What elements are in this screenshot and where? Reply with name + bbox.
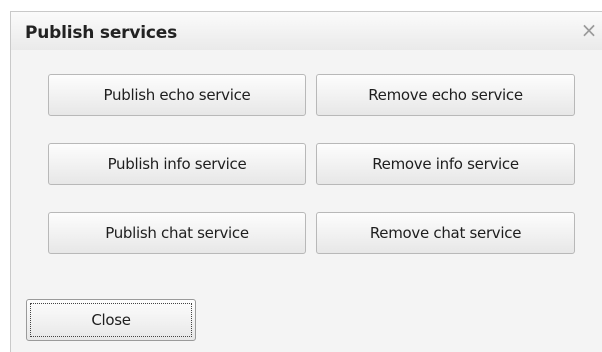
dialog-titlebar: Publish services × [11,12,602,50]
publish-info-service-label: Publish info service [107,155,247,173]
publish-info-service-button[interactable]: Publish info service [48,143,306,185]
close-button[interactable]: Close [26,299,196,341]
publish-chat-service-label: Publish chat service [105,224,249,242]
publish-services-dialog: Publish services × Publish echo service … [10,11,602,352]
publish-chat-service-button[interactable]: Publish chat service [48,212,306,254]
publish-echo-service-button[interactable]: Publish echo service [48,74,306,116]
close-button-label: Close [91,311,131,329]
remove-chat-service-button[interactable]: Remove chat service [316,212,575,254]
close-icon[interactable]: × [580,20,598,40]
remove-echo-service-label: Remove echo service [368,86,523,104]
dialog-title: Publish services [25,23,177,43]
remove-info-service-button[interactable]: Remove info service [316,143,575,185]
remove-chat-service-label: Remove chat service [369,224,522,242]
remove-info-service-label: Remove info service [372,155,519,173]
remove-echo-service-button[interactable]: Remove echo service [316,74,575,116]
publish-echo-service-label: Publish echo service [103,86,251,104]
